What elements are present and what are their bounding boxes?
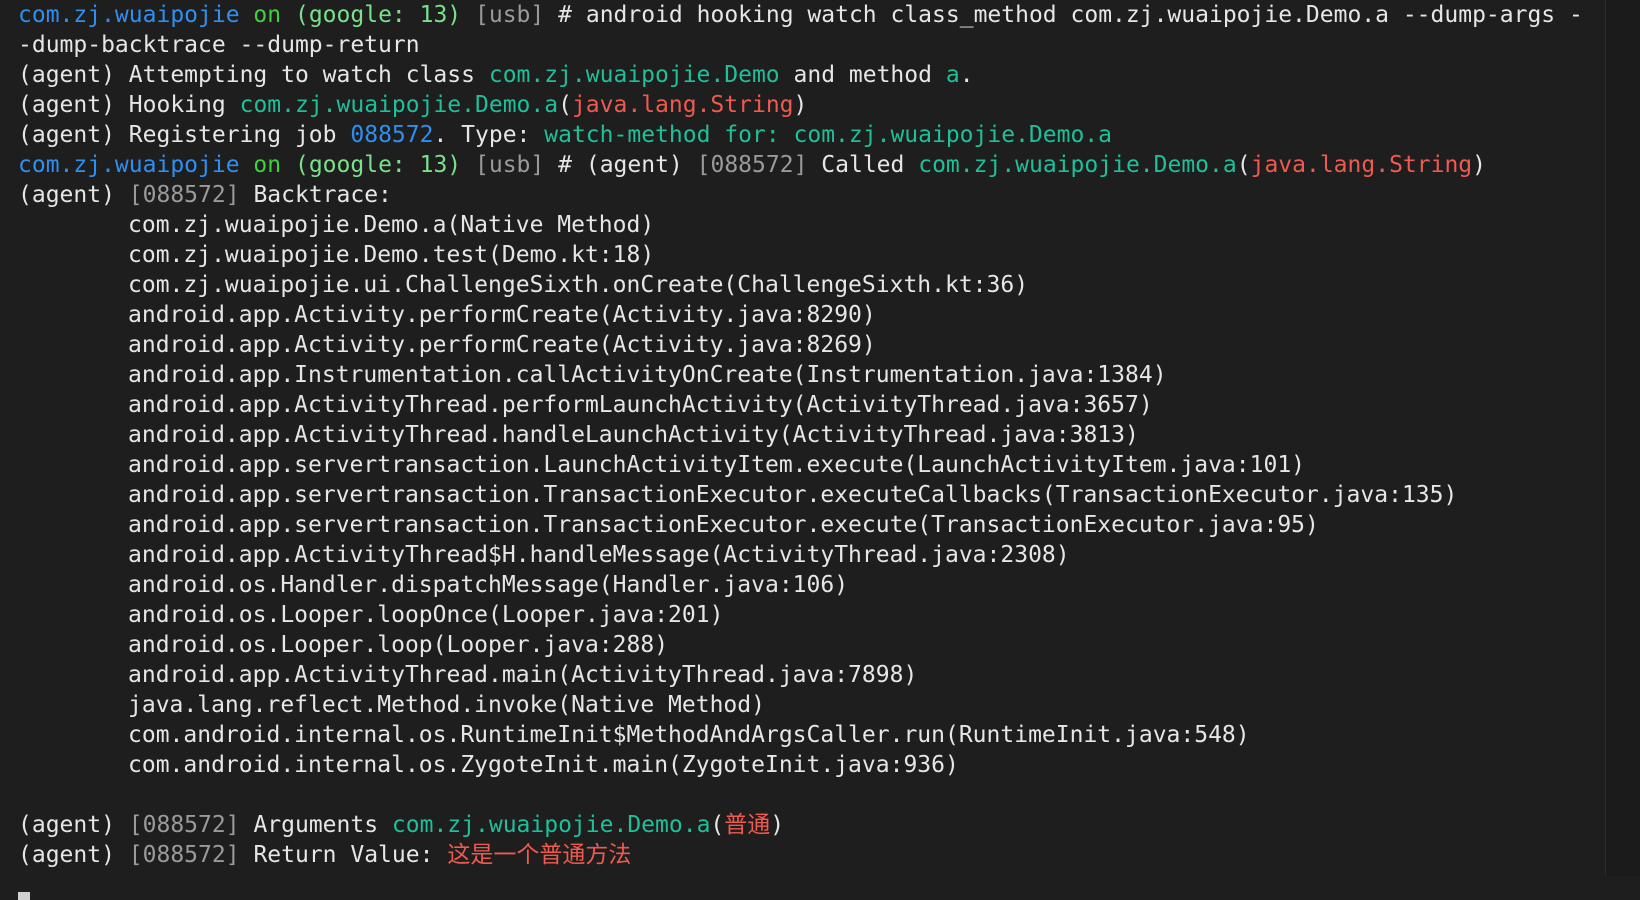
backtrace-frame: com.zj.wuaipojie.ui.ChallengeSixth.onCre… [128, 272, 1029, 298]
agent-tag: (agent) [18, 122, 115, 148]
command-text-cont: -dump-backtrace --dump-return [18, 32, 420, 58]
backtrace-frame: android.app.ActivityThread.main(Activity… [128, 662, 918, 688]
backtrace-frame: android.os.Handler.dispatchMessage(Handl… [128, 572, 849, 598]
command-text: android hooking watch class_method com.z… [585, 2, 1583, 28]
method-name: .a [682, 812, 711, 838]
register-line: (agent) Registering job 088572. Type: wa… [18, 120, 1598, 150]
backtrace-label: Backtrace: [253, 182, 392, 208]
return-value: 这是一个普通方法 [447, 842, 632, 868]
class-name: com.zj.wuaipojie.Demo [488, 62, 780, 88]
agent-tag: (agent) [585, 152, 683, 178]
backtrace-frame: java.lang.reflect.Method.invoke(Native M… [128, 692, 765, 718]
hooking-label: Hooking [128, 92, 226, 118]
prompt-package: com.zj.wuaipojie [18, 152, 240, 178]
attempt-mid: and method [793, 62, 932, 88]
backtrace-frame: android.app.ActivityThread.performLaunch… [128, 392, 1153, 418]
prompt-package: com.zj.wuaipojie [18, 2, 240, 28]
backtrace-frame: android.app.servertransaction.Transactio… [128, 512, 1319, 538]
prompt-on: on [253, 152, 282, 178]
arguments-label: Arguments [253, 812, 379, 838]
attempt-text: Attempting to watch class [128, 62, 475, 88]
backtrace-frame: android.app.ActivityThread$H.handleMessa… [128, 542, 1070, 568]
attempt-line: (agent) Attempting to watch class com.zj… [18, 60, 1598, 90]
called-line: com.zj.wuaipojie on (google: 13) [usb] #… [18, 150, 1598, 180]
class-name: com.zj.wuaipojie.Demo [239, 92, 531, 118]
backtrace-frame: com.zj.wuaipojie.Demo.test(Demo.kt:18) [128, 242, 655, 268]
backtrace-frame: android.app.Instrumentation.callActivity… [128, 362, 1167, 388]
command-line-wrap: -dump-backtrace --dump-return [18, 30, 1598, 60]
job-type: watch-method for: com.zj.wuaipojie.Demo.… [544, 122, 1112, 148]
backtrace-frame: com.android.internal.os.RuntimeInit$Meth… [128, 722, 1250, 748]
method-name: .a [530, 92, 559, 118]
prompt-device: (google: 13) [294, 152, 462, 178]
backtrace-frame: android.app.servertransaction.Transactio… [128, 482, 1458, 508]
job-tag: [088572] [128, 842, 240, 868]
job-tag: [088572] [696, 152, 808, 178]
backtrace-frame: com.android.internal.os.ZygoteInit.main(… [128, 752, 959, 778]
backtrace-frame: android.os.Looper.loop(Looper.java:288) [128, 632, 669, 658]
paren-close: ) [1472, 152, 1487, 178]
arguments-line: (agent) [088572] Arguments com.zj.wuaipo… [18, 810, 1598, 840]
terminal-output[interactable]: com.zj.wuaipojie on (google: 13) [usb] #… [18, 0, 1598, 900]
paren-close: ) [770, 812, 785, 838]
prompt-hash: # [558, 2, 572, 28]
backtrace-frame: android.app.Activity.performCreate(Activ… [128, 332, 876, 358]
method-name: .a [1209, 152, 1237, 178]
prompt-device: (google: 13) [294, 2, 462, 28]
input-line[interactable] [18, 870, 1598, 900]
paren-open: ( [710, 812, 725, 838]
scrollbar[interactable] [1605, 0, 1640, 876]
paren-open: ( [558, 92, 572, 118]
paren-close: ) [793, 92, 808, 118]
hooking-line: (agent) Hooking com.zj.wuaipojie.Demo.a(… [18, 90, 1598, 120]
backtrace-frame: android.os.Looper.loopOnce(Looper.java:2… [128, 602, 724, 628]
prompt-hash: # [558, 152, 572, 178]
command-line: com.zj.wuaipojie on (google: 13) [usb] #… [18, 0, 1598, 30]
register-label: Registering job [128, 122, 337, 148]
paren-open: ( [1236, 152, 1251, 178]
backtrace-frame: android.app.ActivityThread.handleLaunchA… [128, 422, 1139, 448]
agent-tag: (agent) [18, 182, 115, 208]
attempt-end: . [959, 62, 974, 88]
agent-tag: (agent) [18, 812, 115, 838]
agent-tag: (agent) [18, 842, 115, 868]
return-label: Return Value: [253, 842, 434, 868]
job-tag: [088572] [128, 812, 240, 838]
job-tag: [088572] [128, 182, 240, 208]
backtrace-frames: com.zj.wuaipojie.Demo.a(Native Method) c… [18, 210, 1598, 780]
agent-tag: (agent) [18, 92, 115, 118]
agent-tag: (agent) [18, 62, 115, 88]
type-label: . Type: [433, 122, 531, 148]
prompt-connection: [usb] [475, 2, 545, 28]
backtrace-frame: android.app.servertransaction.LaunchActi… [128, 452, 1306, 478]
prompt-connection: [usb] [475, 152, 545, 178]
argument-value: 普通 [724, 812, 771, 838]
job-id: 088572 [350, 122, 434, 148]
arg-type: java.lang.String [571, 92, 794, 118]
method-name: a [945, 62, 960, 88]
class-name: com.zj.wuaipojie.Demo [918, 152, 1210, 178]
arg-type: java.lang.String [1250, 152, 1473, 178]
backtrace-frame: android.app.Activity.performCreate(Activ… [128, 302, 876, 328]
text-cursor [18, 892, 30, 900]
prompt-on: on [253, 2, 282, 28]
backtrace-frame: com.zj.wuaipojie.Demo.a(Native Method) [128, 212, 655, 238]
class-name: com.zj.wuaipojie.Demo [391, 812, 683, 838]
backtrace-header: (agent) [088572] Backtrace: [18, 180, 1598, 210]
called-label: Called [821, 152, 905, 178]
return-line: (agent) [088572] Return Value: 这是一个普通方法 [18, 840, 1598, 870]
